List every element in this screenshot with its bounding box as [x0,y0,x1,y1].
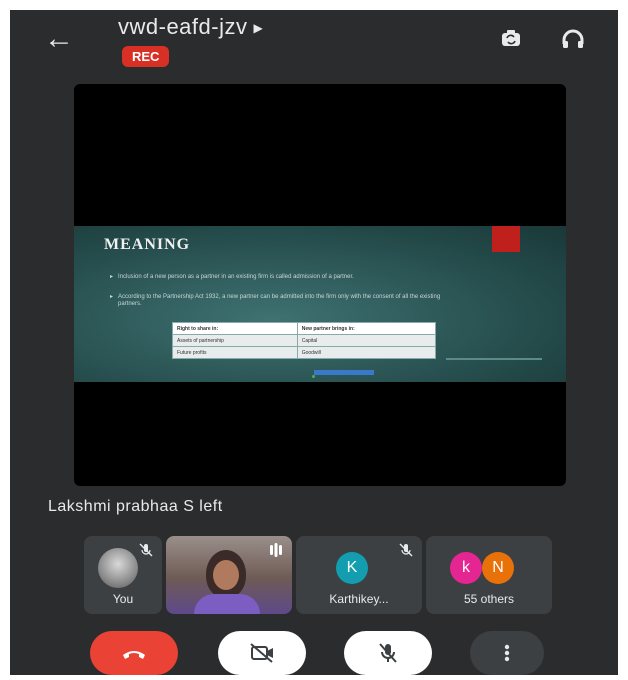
participant-name: Karthikey... [329,592,389,606]
back-arrow-icon[interactable]: ← [42,22,76,56]
slide-title: MEANING [104,236,191,253]
end-call-button[interactable] [90,631,178,675]
table-cell: Right to share in: [172,322,298,335]
slide-indicator-dot [312,375,315,378]
slide-control-bar [314,370,374,375]
table-row: Future profits Goodwill [172,346,437,359]
avatar: N [482,552,514,584]
participant-name: You [112,592,134,606]
mic-toggle-button[interactable] [344,631,432,675]
camera-off-icon [250,643,273,663]
table-cell: Future profits [172,346,298,359]
more-options-button[interactable] [470,631,544,675]
table-cell: Assets of partnership [172,334,298,347]
switch-camera-icon[interactable] [494,22,528,56]
mic-off-icon [139,543,153,557]
table-cell: Capital [296,334,437,347]
avatar [98,548,138,588]
meet-screen: ← vwd-eafd-jzv▶ REC MEANING Inclusion [10,10,618,675]
phone-hangup-icon [123,651,145,659]
participant-name: 55 others [463,592,515,606]
more-vert-icon [504,644,510,662]
camera-toggle-button[interactable] [218,631,306,675]
video-feed-shoulders [194,594,260,614]
participant-strip: You K Karthikey... k N 55 others [10,536,618,616]
slide-table: Right to share in: New partner brings in… [172,322,437,359]
mic-off-icon [399,543,413,557]
avatar: K [336,552,368,584]
participant-tile-karthikey[interactable]: K Karthikey... [296,536,422,614]
participant-tile-video[interactable] [166,536,292,614]
video-feed-face [213,560,239,590]
participant-tile-you[interactable]: You [84,536,162,614]
slide-footer-line [446,358,542,360]
table-cell: New partner brings in: [296,322,437,335]
top-bar: ← vwd-eafd-jzv ▶ REC [10,10,618,80]
participant-tile-others[interactable]: k N 55 others [426,536,552,614]
meeting-title[interactable]: vwd-eafd-jzv ▶ [118,14,263,40]
table-row: Right to share in: New partner brings in… [172,322,437,335]
slide-bullet: Inclusion of a new person as a partner i… [110,274,458,281]
presentation-view: MEANING Inclusion of a new person as a p… [74,84,566,486]
caret-right-icon: ▶ [253,21,264,36]
participant-status: Lakshmi prabhaa S left [48,498,223,515]
slide: MEANING Inclusion of a new person as a p… [74,226,566,382]
table-cell: Goodwill [296,346,437,359]
call-controls [10,625,618,675]
slide-accent [492,226,520,252]
recording-badge: REC [122,46,170,67]
avatar: k [450,552,482,584]
speaking-indicator-icon [270,543,282,557]
slide-bullet: According to the Partnership Act 1932, a… [110,294,458,308]
meeting-code: vwd-eafd-jzv [118,14,248,39]
table-row: Assets of partnership Capital [172,334,437,347]
headphones-icon[interactable] [556,22,590,56]
mic-off-icon [379,643,397,663]
